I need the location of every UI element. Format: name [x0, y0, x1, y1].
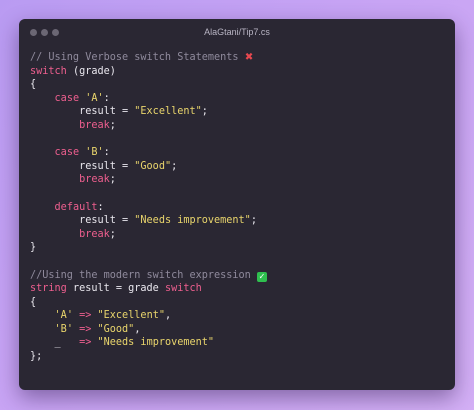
code-text: :: [97, 201, 104, 213]
code-text: {: [30, 296, 37, 308]
string-literal: "Good": [134, 160, 172, 172]
code-line-10: break;: [30, 173, 447, 187]
code-line-17: //Using the modern switch expression ✓: [30, 269, 447, 283]
code-line-12: default:: [30, 201, 447, 215]
code-text: result = grade: [66, 283, 165, 295]
keyword: default: [54, 201, 98, 213]
keyword: string: [30, 283, 67, 295]
string-literal: "Needs improvement": [97, 337, 215, 349]
code-text: ,: [134, 323, 141, 335]
code-line-14: break;: [30, 228, 447, 242]
code-line-21: 'B' => "Good",: [30, 323, 447, 337]
string-literal: 'B': [79, 147, 104, 159]
string-literal: 'A': [79, 92, 104, 104]
code-line-18: string result = grade switch: [30, 282, 447, 296]
code-text: ;: [109, 228, 116, 240]
code-line-8: case 'B':: [30, 146, 447, 160]
keyword: switch: [164, 283, 202, 295]
code-line-13: result = "Needs improvement";: [30, 214, 447, 228]
code-line-1: // Using Verbose switch Statements ✖: [30, 51, 447, 65]
code-text: ,: [164, 310, 172, 322]
code-text: ;: [171, 160, 178, 172]
code-text: ;: [201, 106, 208, 118]
code-line-23: };: [30, 350, 447, 364]
string-literal: "Good": [97, 323, 135, 335]
code-line-15: }: [30, 241, 447, 255]
code-line-19: {: [30, 296, 447, 310]
string-literal: "Excellent": [134, 106, 202, 118]
code-text: :: [103, 92, 110, 104]
cross-mark-icon: ✖: [244, 52, 254, 63]
keyword: case: [54, 147, 80, 159]
code-line-3: {: [30, 78, 447, 92]
code-text: {: [30, 79, 37, 91]
title-bar: AlaGtani/Tip7.cs: [19, 19, 455, 45]
keyword: case: [54, 92, 80, 104]
code-line-9: result = "Good";: [30, 160, 447, 174]
string-literal: "Excellent": [97, 310, 165, 322]
code-text: ;: [250, 215, 257, 227]
code-line-6: break;: [30, 119, 447, 133]
code-line-4: case 'A':: [30, 92, 447, 106]
arrow-operator: =>: [72, 323, 98, 335]
check-mark-icon: ✓: [256, 271, 267, 282]
code-text: };: [30, 351, 43, 363]
code-text: result =: [30, 106, 135, 118]
code-text: ;: [109, 119, 116, 131]
code-text: }: [30, 242, 37, 254]
keyword: break: [79, 174, 110, 186]
code-line-22: _ => "Needs improvement": [30, 336, 447, 350]
code-line-20: 'A' => "Excellent",: [30, 309, 447, 323]
arrow-operator: =>: [60, 337, 98, 349]
code-block: // Using Verbose switch Statements ✖ swit…: [30, 51, 447, 364]
keyword: break: [79, 228, 110, 240]
string-literal: 'B': [54, 323, 73, 335]
code-text: result =: [30, 160, 135, 172]
keyword: break: [79, 119, 110, 131]
code-comment: // Using Verbose switch Statements: [30, 52, 239, 63]
code-text: result =: [30, 215, 135, 227]
code-text: ;: [109, 174, 116, 186]
code-line-5: result = "Excellent";: [30, 105, 447, 119]
string-literal: "Needs improvement": [134, 215, 251, 227]
code-window: AlaGtani/Tip7.cs // Using Verbose switch…: [19, 19, 455, 390]
arrow-operator: =>: [72, 310, 98, 322]
string-literal: 'A': [54, 310, 73, 322]
code-text: (grade): [66, 65, 116, 77]
code-line-2: switch (grade): [30, 65, 447, 79]
code-comment: //Using the modern switch expression: [30, 269, 251, 281]
keyword: switch: [30, 65, 67, 77]
code-text: :: [103, 147, 110, 159]
window-title: AlaGtani/Tip7.cs: [204, 27, 270, 37]
